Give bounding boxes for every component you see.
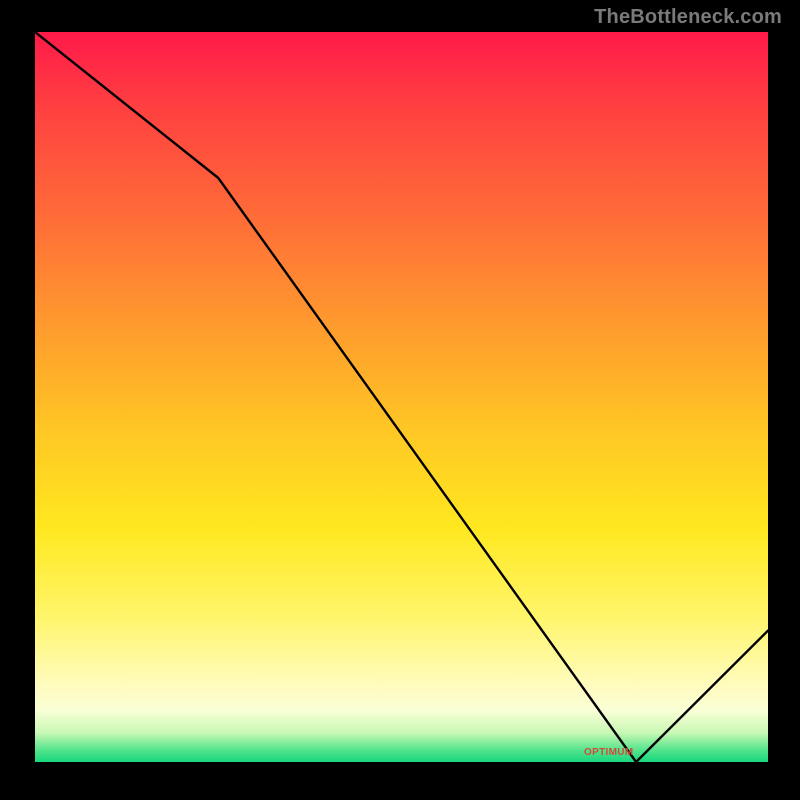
chart-plot-area: OPTIMUM bbox=[35, 32, 768, 762]
optimum-label: OPTIMUM bbox=[584, 747, 633, 758]
bottleneck-curve bbox=[35, 32, 768, 762]
watermark-text: TheBottleneck.com bbox=[594, 6, 782, 29]
chart-frame: TheBottleneck.com OPTIMUM bbox=[0, 0, 800, 800]
